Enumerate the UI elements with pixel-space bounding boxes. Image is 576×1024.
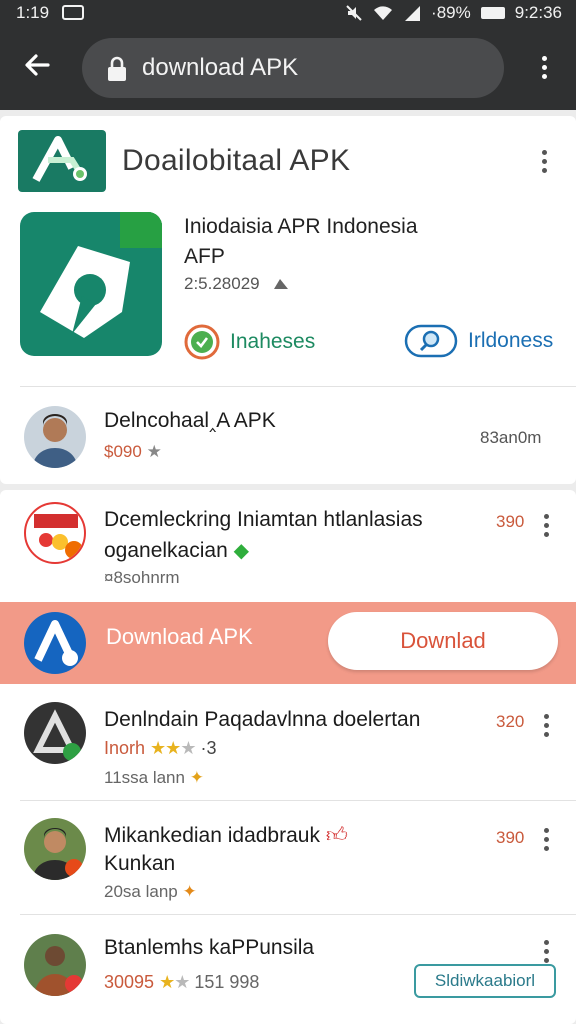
app-card: Doailobitaal APK Iniodaisia APR Indonesi… [0,116,576,484]
status-right: ·89% 9:2:36 [345,3,562,23]
list-item-name-row: Mikankedian idadbrauk 👍︎ [104,822,348,848]
check-circle-icon [184,324,220,360]
featured-name[interactable]: Delncohaal‸A APK [104,408,276,433]
banner-label: Download APK [106,624,253,649]
list-item-name[interactable]: Mikankedian idadbrauk [104,824,320,847]
list-item-sub: ¤8sohnrm [104,568,180,587]
version-text: 2:5.28029 [184,274,260,293]
divider [20,914,576,915]
app-title: Iniodaisia APR Indonesia AFP [184,212,464,272]
star-rating: ★★★ [150,738,196,758]
app-list: Dcemleckring Iniamtan htlanlasias oganel… [0,490,576,1024]
list-item-name[interactable]: Denlndain Paqadavlnna doelertan [104,708,420,732]
list-item-sub: 11ssa lann [104,768,185,787]
divider [20,386,576,387]
app-title-line1: Iniodaisia APR Indonesia [184,215,418,238]
page-title: Doailobitaal APK [122,144,351,177]
chip1-label: Inaheses [230,330,316,353]
list-item-sub-row: 11ssa lann ✦ [104,768,204,788]
more-vert-icon[interactable] [544,940,549,963]
thumbs-up-icon: 👍︎ [325,824,348,847]
app-icon [24,612,86,674]
list-item-subtitle: Kunkan [104,852,176,875]
chip2-label: Irldoness [468,329,554,352]
more-vert-icon[interactable] [542,150,547,173]
star-icon: ★ [146,442,162,461]
rating-suffix: ·3 [200,738,217,758]
lock-icon [108,56,126,81]
avatar [24,818,86,880]
list-item-name[interactable]: Btanlemhs kaPPunsila [104,936,314,960]
avatar [24,502,86,564]
share-icon[interactable] [272,275,290,291]
mute-icon [346,5,362,21]
thumb-icon: ✦ [182,882,197,901]
more-vert-icon[interactable] [544,514,549,537]
more-vert-icon[interactable] [532,50,556,86]
battery-icon [480,7,505,19]
site-logo[interactable] [18,130,106,192]
wifi-icon [374,6,393,20]
url-text: download APK [142,54,299,81]
search-icon [404,324,458,358]
download-banner: Download APK Downlad [0,602,576,684]
browser-toolbar: download APK [0,26,576,110]
list-item-subtitle: oganelkacian [104,539,228,562]
action-button[interactable]: Sldiwkaabiorl [414,964,556,998]
thumb-icon: ✦ [189,768,204,787]
notification-icon [62,5,84,20]
address-bar[interactable]: download APK [82,38,504,98]
list-item-price-row: 30095 ★★ 151 998 [104,972,259,993]
divider [20,800,576,801]
featured-meta: 83an0m [480,428,542,447]
list-item-sub: 20sa lanp [104,882,178,901]
more-vert-icon[interactable] [544,828,549,851]
featured-price-row: $090 ★ [104,442,162,462]
list-item-count: 320 [496,712,525,731]
list-item-price: 30095 [104,972,155,992]
list-item-name-line2: oganelkacian ◆ [104,538,249,563]
page-content: Doailobitaal APK Iniodaisia APR Indonesi… [0,110,576,1024]
list-item-sub-row: 20sa lanp ✦ [104,882,197,902]
chip-language-1[interactable]: Inaheses [184,324,315,360]
list-item-rating-row: Inorh ★★★ ·3 [104,738,217,759]
list-item-count: 390 [496,512,525,531]
arrow-left-icon[interactable] [22,50,52,85]
verified-icon: ◆ [233,540,249,562]
status-bar: 1:19 ·89% 9:2:36 [0,0,576,26]
star-rating: ★★ [159,972,190,992]
avatar [24,934,86,996]
list-item-name[interactable]: Dcemleckring Iniamtan htlanlasias [104,508,423,532]
featured-price: $090 [104,442,142,461]
more-vert-icon[interactable] [544,714,549,737]
chip-language-2[interactable]: Irldoness [404,324,553,358]
battery-percent: ·89% [431,3,471,22]
avatar [24,702,86,764]
signal-icon [405,6,421,21]
app-version: 2:5.28029 [184,274,290,294]
avatar [24,406,86,468]
app-title-line2: AFP [184,245,225,268]
status-clock: 9:2:36 [514,3,562,22]
list-item-count: 390 [496,828,525,847]
rating-prefix: Inorh [104,738,146,758]
app-icon[interactable] [20,212,162,356]
download-button[interactable]: Downlad [328,612,558,670]
list-item-meta: 151 998 [194,972,260,992]
status-time: 1:19 [16,3,50,22]
